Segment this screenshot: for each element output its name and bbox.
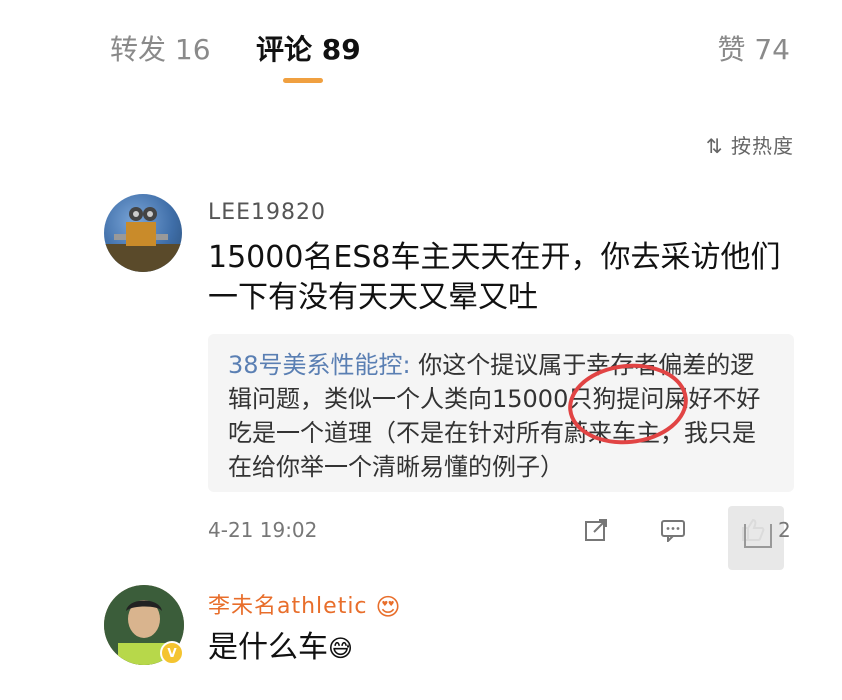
comment-text: 是什么车😅 <box>208 628 798 669</box>
tab-comments[interactable]: 评论 89 <box>256 28 361 68</box>
comment-icon[interactable] <box>660 518 686 544</box>
comment-text-content: 是什么车 <box>208 630 328 665</box>
comment-username[interactable]: 李未名athletic 😍 <box>208 588 402 621</box>
download-tray-icon <box>744 524 772 548</box>
robot-avatar-icon <box>104 207 182 272</box>
tab-likes[interactable]: 赞 74 <box>717 28 790 68</box>
tab-reposts[interactable]: 转发 16 <box>110 28 211 68</box>
tab-bar: 转发 16 评论 89 赞 74 <box>0 0 842 90</box>
comment-timestamp: 4-21 19:02 <box>208 518 318 542</box>
heart-eyes-emoji-icon: 😍 <box>375 593 402 621</box>
sort-toggle[interactable]: ⇅ 按热度 <box>706 130 794 159</box>
laughing-emoji-icon: 😅 <box>328 634 354 663</box>
share-icon[interactable] <box>584 518 610 542</box>
comment-username-text: 李未名athletic <box>208 594 368 619</box>
active-tab-indicator <box>283 78 323 83</box>
verified-badge-icon: V <box>160 641 184 665</box>
quoted-reply-username[interactable]: 38号美系性能控: <box>228 351 411 379</box>
comment-text: 15000名ES8车主天天在开，你去采访他们一下有没有天天又晕又吐 <box>208 240 781 315</box>
sort-icon: ⇅ <box>705 134 731 158</box>
quoted-reply[interactable]: 38号美系性能控: 你这个提议属于幸存者偏差的逻辑问题，类似一个人类向15000… <box>208 334 794 492</box>
sort-label: 按热度 <box>731 134 794 158</box>
like-count: 2 <box>778 518 791 542</box>
avatar[interactable] <box>104 194 182 272</box>
comment-username[interactable]: LEE19820 <box>208 200 326 225</box>
